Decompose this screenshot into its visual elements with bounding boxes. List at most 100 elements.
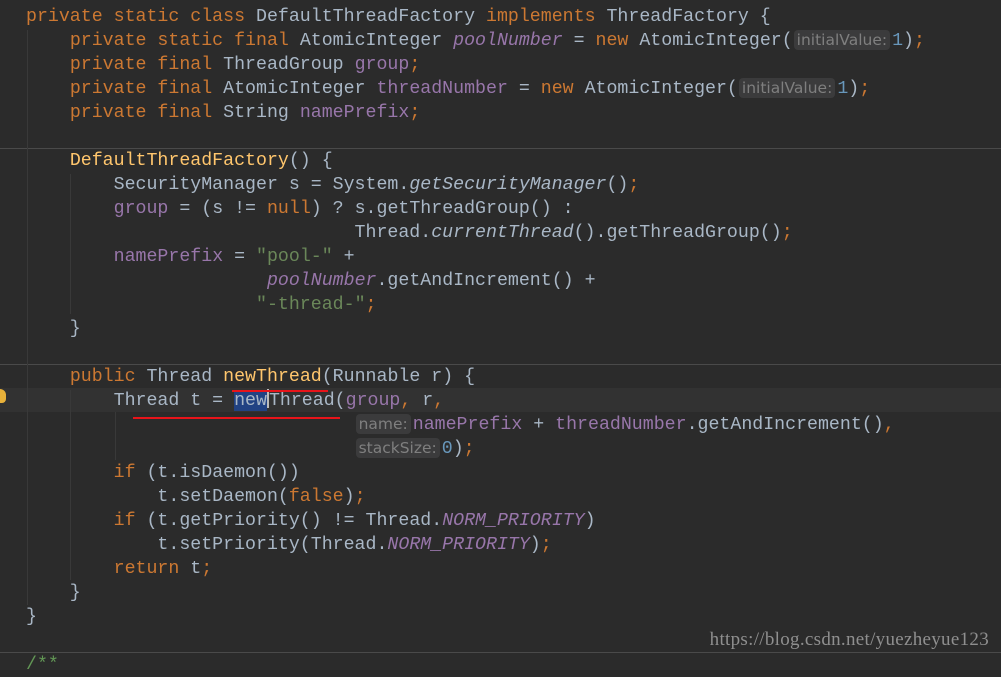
code-token: false — [288, 487, 344, 507]
code-token: ; — [540, 535, 552, 555]
code-token: , — [883, 415, 895, 435]
code-line[interactable]: private static class DefaultThreadFactor… — [26, 5, 771, 29]
code-token: "pool-" — [256, 247, 333, 267]
code-token: private final — [69, 55, 224, 75]
code-token: AtomicInteger( — [639, 31, 793, 51]
code-token: Thread. — [26, 223, 432, 243]
code-line[interactable]: } — [26, 317, 81, 341]
code-token: DefaultThreadFactory — [256, 7, 486, 27]
code-token: namePrefix — [113, 247, 224, 267]
code-token: Thread( — [268, 391, 346, 411]
code-token: } — [26, 583, 81, 603]
code-line[interactable]: stackSize: 0); — [26, 437, 475, 461]
code-line[interactable]: /** — [26, 653, 59, 677]
lightbulb-icon[interactable] — [0, 389, 6, 403]
red-annotation-underline — [133, 417, 340, 419]
selected-text: new — [234, 391, 267, 411]
code-token: } — [26, 319, 81, 339]
code-token: t.setDaemon( — [26, 487, 289, 507]
code-token: ; — [201, 559, 213, 579]
code-line[interactable]: return t; — [26, 557, 213, 581]
code-token: = — [507, 79, 541, 99]
code-line[interactable]: SecurityManager s = System.getSecurityMa… — [26, 173, 640, 197]
code-token: group — [345, 391, 401, 411]
code-token: ThreadGroup — [223, 55, 355, 75]
code-token: ) — [848, 79, 860, 99]
code-token: 1 — [837, 79, 849, 99]
code-line[interactable]: private final AtomicInteger threadNumber… — [26, 77, 870, 101]
code-token: new — [540, 79, 585, 99]
code-line[interactable]: private static final AtomicInteger poolN… — [26, 29, 925, 53]
code-line[interactable]: private final ThreadGroup group; — [26, 53, 420, 77]
code-token: () { — [288, 151, 333, 171]
code-line[interactable]: } — [26, 605, 37, 629]
code-line[interactable]: Thread.currentThread().getThreadGroup(); — [26, 221, 793, 245]
code-token: ) — [343, 487, 355, 507]
code-line[interactable]: if (t.isDaemon()) — [26, 461, 300, 485]
code-token: + — [332, 247, 355, 267]
code-token: poolNumber — [266, 271, 377, 291]
code-token: implements — [486, 7, 607, 27]
code-token: ThreadFactory { — [606, 7, 771, 27]
code-line[interactable]: Thread t = new Thread(group, r, — [26, 389, 444, 413]
code-token: t.setPriority(Thread. — [26, 535, 388, 555]
code-line[interactable]: } — [26, 581, 81, 605]
code-token: , — [400, 391, 423, 411]
code-token: ; — [409, 103, 421, 123]
code-token: namePrefix — [412, 415, 523, 435]
code-token: SecurityManager s = System. — [26, 175, 410, 195]
code-line[interactable]: "-thread-"; — [26, 293, 376, 317]
code-token: r — [422, 391, 434, 411]
code-token: ().getThreadGroup() — [573, 223, 782, 243]
code-line[interactable]: private final String namePrefix; — [26, 101, 420, 125]
code-token: AtomicInteger( — [584, 79, 738, 99]
code-token: if — [113, 511, 147, 531]
code-line[interactable]: t.setPriority(Thread.NORM_PRIORITY); — [26, 533, 552, 557]
code-token: new — [595, 31, 640, 51]
code-line[interactable]: t.setDaemon(false); — [26, 485, 365, 509]
code-token: return — [113, 559, 191, 579]
code-token: ; — [859, 79, 871, 99]
code-token: + — [522, 415, 556, 435]
code-token: namePrefix — [299, 103, 410, 123]
code-token: = — [562, 31, 596, 51]
code-token: ; — [781, 223, 793, 243]
code-token: NORM_PRIORITY — [387, 535, 530, 555]
code-line[interactable]: if (t.getPriority() != Thread.NORM_PRIOR… — [26, 509, 596, 533]
parameter-hint: name: — [355, 414, 411, 434]
method-separator — [0, 652, 1001, 653]
code-token: t — [190, 559, 202, 579]
watermark: https://blog.csdn.net/yuezheyue123 — [709, 629, 989, 650]
code-token: /** — [26, 655, 59, 675]
code-token: .getAndIncrement() + — [376, 271, 596, 291]
code-line[interactable]: namePrefix = "pool-" + — [26, 245, 355, 269]
code-token: "-thread-" — [256, 295, 366, 315]
code-token: private final — [69, 103, 224, 123]
code-token: 1 — [892, 31, 904, 51]
code-token: , — [433, 391, 445, 411]
code-token: (t.getPriority() != Thread. — [146, 511, 443, 531]
code-token: private static final — [69, 31, 300, 51]
code-editor[interactable]: private static class DefaultThreadFactor… — [0, 0, 1001, 675]
code-token: private static class — [26, 7, 256, 27]
code-token: NORM_PRIORITY — [442, 511, 585, 531]
code-token: poolNumber — [453, 31, 563, 51]
code-token: (Runnable r) { — [321, 367, 476, 387]
code-line[interactable]: group = (s != null) ? s.getThreadGroup()… — [26, 197, 574, 221]
code-line[interactable]: public Thread newThread(Runnable r) { — [26, 365, 475, 389]
code-token: ; — [409, 55, 421, 75]
code-token: ; — [365, 295, 377, 315]
code-line[interactable]: DefaultThreadFactory() { — [26, 149, 333, 173]
code-line[interactable]: poolNumber.getAndIncrement() + — [26, 269, 596, 293]
code-token: group — [113, 199, 169, 219]
parameter-hint: initialValue: — [793, 30, 891, 50]
